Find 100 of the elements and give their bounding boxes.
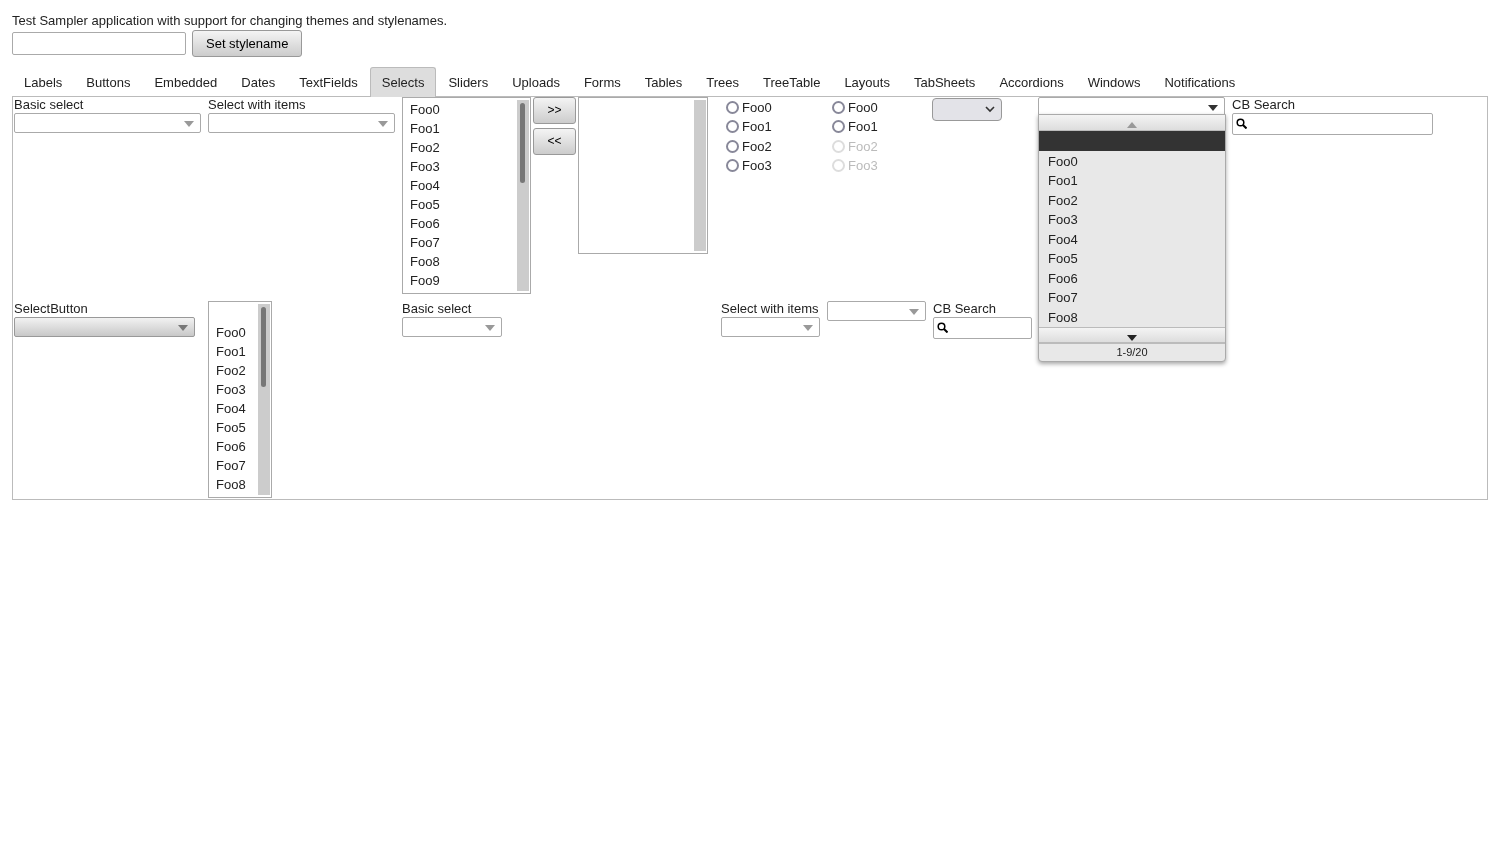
- dropdown-arrow-icon: [378, 120, 388, 127]
- popup-item[interactable]: Foo2: [1039, 190, 1225, 210]
- list-item[interactable]: Foo8: [410, 251, 510, 271]
- dropdown-arrow-icon: [485, 324, 495, 331]
- popup-item[interactable]: Foo5: [1039, 249, 1225, 269]
- list-item[interactable]: Foo4: [216, 398, 251, 418]
- tab[interactable]: Notifications: [1152, 67, 1248, 97]
- list-item[interactable]: Foo2: [216, 360, 251, 380]
- radio-button[interactable]: [832, 100, 845, 114]
- select-button[interactable]: [14, 316, 195, 337]
- scrollbar-thumb[interactable]: [520, 102, 525, 183]
- tab[interactable]: Windows: [1075, 67, 1153, 97]
- tab[interactable]: Layouts: [832, 67, 902, 97]
- list-item[interactable]: Foo6: [410, 213, 510, 233]
- select-field[interactable]: [14, 112, 201, 133]
- up-arrow-icon: [1127, 121, 1137, 128]
- popup-item[interactable]: Foo1: [1039, 171, 1225, 191]
- field-label: Basic select: [14, 96, 85, 113]
- list-item[interactable]: Foo0: [216, 322, 251, 342]
- field-label: SelectButton: [14, 300, 89, 317]
- down-arrow-icon: [1127, 334, 1137, 341]
- page-count: 1-9/20: [1039, 343, 1225, 361]
- select-field[interactable]: [721, 316, 820, 337]
- scroll-down-button[interactable]: [1039, 327, 1225, 343]
- stylename-field[interactable]: [12, 32, 186, 55]
- highlighted-row[interactable]: [1039, 130, 1225, 151]
- radio-button[interactable]: [726, 100, 739, 114]
- list-item[interactable]: Foo1: [410, 118, 510, 138]
- list-item[interactable]: Foo4: [410, 175, 510, 195]
- caption-text: Test Sampler application with support for changing themes and stylenames.: [12, 12, 448, 30]
- dropdown-arrow-icon: [1208, 104, 1218, 111]
- search-icon: [1236, 118, 1247, 129]
- list-item[interactable]: Foo8: [216, 474, 251, 494]
- tab[interactable]: TabSheets: [901, 67, 988, 97]
- radio-label: Foo3: [848, 157, 878, 175]
- popup-item[interactable]: Foo0: [1039, 151, 1225, 171]
- popup-item[interactable]: Foo3: [1039, 210, 1225, 230]
- combo-box[interactable]: [827, 300, 926, 321]
- dropdown-field[interactable]: [932, 97, 1002, 121]
- list-item[interactable]: Foo1: [216, 341, 251, 361]
- radio-label: Foo1: [848, 118, 878, 136]
- radio-button[interactable]: [726, 120, 739, 134]
- list-item[interactable]: Foo0: [410, 99, 510, 119]
- select-field[interactable]: [208, 112, 395, 133]
- list-box[interactable]: Foo0 Foo1 Foo2 Foo3 Foo4 Foo5 Foo6 Foo7 Foo8: [208, 300, 272, 498]
- search-field[interactable]: [933, 316, 1032, 339]
- select-field[interactable]: [402, 316, 502, 337]
- search-field[interactable]: [1232, 112, 1433, 135]
- radio-button[interactable]: [726, 159, 739, 173]
- popup-item[interactable]: Foo6: [1039, 268, 1225, 288]
- field-label: Basic select: [402, 300, 473, 317]
- tab[interactable]: Sliders: [436, 67, 501, 97]
- radio-button[interactable]: [832, 120, 845, 134]
- dropdown-arrow-icon: [909, 308, 919, 315]
- tab[interactable]: Trees: [694, 67, 752, 97]
- field-label: Select with items: [721, 300, 820, 317]
- radio-button[interactable]: [726, 139, 739, 153]
- tab[interactable]: TreeTable: [751, 67, 833, 97]
- radio-label: Foo0: [742, 98, 772, 117]
- tab[interactable]: Forms: [571, 67, 633, 97]
- move-button[interactable]: <<: [533, 127, 576, 155]
- list-item[interactable]: Foo7: [216, 455, 251, 475]
- set-stylename-button[interactable]: Set stylename: [192, 30, 303, 57]
- tab[interactable]: Buttons: [74, 67, 143, 97]
- tab[interactable]: Accordions: [987, 67, 1076, 97]
- radio-label: Foo3: [742, 157, 772, 175]
- radio-label: Foo1: [742, 118, 772, 136]
- popup-item[interactable]: Foo4: [1039, 229, 1225, 249]
- move-button[interactable]: >>: [533, 96, 576, 124]
- combo-box[interactable]: [1038, 96, 1225, 117]
- tab[interactable]: Dates: [229, 67, 288, 97]
- scrollbar[interactable]: [694, 99, 706, 251]
- tab[interactable]: Embedded: [142, 67, 230, 97]
- field-label: CB Search: [1232, 96, 1296, 113]
- dropdown-arrow-icon: [803, 324, 813, 331]
- list-box[interactable]: Foo0 Foo1 Foo2 Foo3 Foo4 Foo5 Foo6 Foo7 Foo8 Foo9: [402, 96, 531, 294]
- radio-label: Foo2: [742, 137, 772, 156]
- list-item[interactable]: Foo5: [216, 417, 251, 437]
- dropdown-arrow-icon: [178, 324, 188, 331]
- tab[interactable]: Tables: [632, 67, 695, 97]
- list-item[interactable]: Foo6: [216, 436, 251, 456]
- tab[interactable]: TextFields: [287, 67, 370, 97]
- scrollbar[interactable]: [517, 99, 529, 291]
- popup-item[interactable]: Foo7: [1039, 288, 1225, 308]
- tab[interactable]: Uploads: [500, 67, 572, 97]
- tab[interactable]: Labels: [12, 67, 75, 97]
- dropdown-arrow-icon: [184, 120, 194, 127]
- list-item[interactable]: Foo9: [410, 270, 510, 290]
- list-item[interactable]: Foo2: [410, 137, 510, 157]
- list-item[interactable]: Foo3: [216, 379, 251, 399]
- list-item[interactable]: Foo5: [410, 194, 510, 214]
- list-item[interactable]: Foo3: [410, 156, 510, 176]
- list-box[interactable]: [578, 96, 708, 254]
- radio-label: Foo2: [848, 137, 878, 156]
- list-item[interactable]: Foo7: [410, 232, 510, 252]
- field-label: Select with items: [208, 96, 307, 113]
- popup-item[interactable]: Foo8: [1039, 307, 1225, 327]
- scrollbar[interactable]: [258, 303, 270, 495]
- scrollbar-thumb[interactable]: [261, 306, 266, 387]
- tab[interactable]: Selects: [369, 67, 437, 97]
